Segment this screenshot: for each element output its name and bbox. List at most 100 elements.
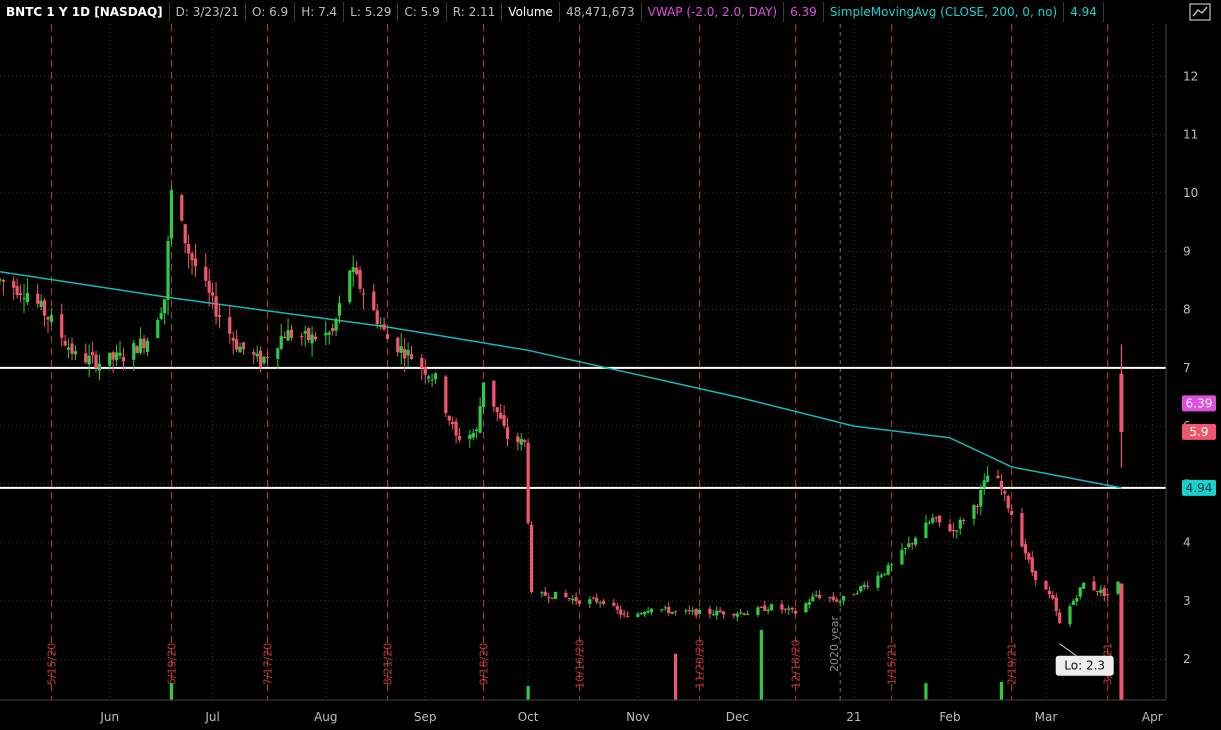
candle-body	[540, 592, 544, 594]
candle-body	[190, 253, 194, 261]
volume-label[interactable]: Volume	[502, 2, 560, 22]
candle-body	[934, 517, 938, 519]
candle-body	[492, 380, 496, 407]
candle-body	[763, 605, 767, 611]
candle-body	[22, 298, 26, 300]
candle-body	[687, 610, 691, 612]
price-chart[interactable]: 5/15/20 6/19/20 7/17/20 8/21/20 9/18/20 10/16…	[0, 24, 1221, 730]
candle-body	[265, 356, 270, 358]
candle-body	[619, 609, 623, 615]
candle-body	[276, 348, 280, 359]
volume-bar	[759, 630, 763, 700]
date-readout: D: 3/23/21	[170, 2, 246, 22]
x-tick-label: 21	[846, 710, 861, 724]
candle-body	[327, 332, 331, 335]
candle-body	[859, 586, 863, 592]
event-label: 7/17/20	[261, 643, 274, 685]
candle-body	[766, 609, 770, 612]
candle-body	[87, 355, 91, 365]
candle-body	[818, 594, 822, 598]
candle-body	[691, 610, 695, 612]
candle-body	[108, 352, 112, 366]
candle-body	[457, 435, 462, 440]
candle-body	[1116, 581, 1120, 594]
year-divider-label: 2020 year	[828, 616, 841, 673]
close-readout: C: 5.9	[398, 2, 447, 22]
x-tick-label: Feb	[939, 710, 960, 724]
candle-body	[876, 575, 880, 588]
candle-body	[1106, 594, 1110, 596]
candle-body	[385, 334, 390, 339]
candle-body	[372, 291, 376, 311]
y-tick-label: 7	[1183, 361, 1191, 375]
candle-body	[807, 602, 811, 605]
candle-body	[1, 279, 6, 282]
candle-body	[286, 330, 290, 341]
candle-body	[601, 600, 606, 604]
candle-body	[811, 596, 815, 602]
candle-body	[986, 475, 990, 483]
candle-body	[1010, 511, 1014, 515]
price-tag-label: 4.94	[1186, 481, 1213, 495]
candle-body	[255, 353, 259, 357]
candle-body	[505, 427, 510, 440]
chart-settings-icon[interactable]	[1189, 3, 1211, 21]
event-label: 10/16/20	[574, 639, 587, 688]
candle-body	[622, 613, 626, 615]
y-tick-label: 8	[1183, 303, 1191, 317]
volume-bar	[999, 681, 1003, 700]
candle-body	[595, 597, 599, 603]
horizontal-lines[interactable]	[0, 366, 1166, 489]
candle-body	[427, 376, 431, 379]
candle-body	[883, 573, 887, 575]
vwap-label[interactable]: VWAP (-2.0, 2.0, DAY)	[642, 2, 785, 22]
y-axis: 23456789101112	[1165, 24, 1198, 700]
candle-body	[169, 190, 174, 239]
candle-body	[142, 338, 146, 349]
candle-body	[615, 606, 619, 610]
candle-body	[502, 415, 506, 426]
candle-body	[598, 602, 602, 604]
candle-body	[1058, 612, 1062, 623]
candle-body	[406, 349, 410, 356]
candle-body	[60, 314, 64, 338]
candle-body	[409, 354, 414, 359]
candle-body	[550, 597, 554, 599]
candle-body	[649, 608, 654, 613]
candle-body	[42, 300, 47, 316]
candle-body	[420, 357, 424, 369]
candle-body	[70, 343, 74, 354]
x-tick-label: Sep	[414, 710, 437, 724]
candle-body	[228, 317, 232, 334]
x-tick-label: Aug	[314, 710, 337, 724]
candle-body	[999, 481, 1003, 490]
candle-body	[495, 407, 499, 413]
candle-body	[625, 616, 630, 618]
y-tick-label: 2	[1183, 652, 1191, 666]
candle-body	[262, 356, 266, 364]
event-label: 2/19/21	[1006, 643, 1019, 685]
candle-body	[855, 593, 859, 595]
candle-body	[1099, 589, 1103, 593]
candle-body	[879, 575, 883, 577]
sma-label[interactable]: SimpleMovingAvg (CLOSE, 200, 0, no)	[824, 2, 1065, 22]
candle-body	[211, 292, 215, 296]
x-axis: Jun Jul Aug Sep Oct Nov Dec 21 Feb Mar Apr	[0, 699, 1166, 724]
candle-body	[454, 421, 458, 436]
candle-body	[111, 352, 115, 360]
candle-body	[252, 352, 256, 355]
candle-body	[577, 600, 582, 604]
candle-body	[790, 607, 794, 610]
candle-body	[475, 429, 479, 431]
range-readout: R: 2.11	[447, 2, 503, 22]
volume-bar	[526, 686, 530, 700]
candle-body	[794, 610, 798, 614]
candle-body	[207, 280, 211, 293]
candle-body	[399, 346, 403, 353]
symbol-label[interactable]: BNTC 1 Y 1D [NASDAQ]	[0, 2, 170, 22]
candle-body	[756, 607, 760, 615]
candle-body	[955, 530, 959, 532]
candle-body	[337, 303, 342, 316]
candle-body	[708, 608, 712, 614]
x-tick-label: Mar	[1035, 710, 1058, 724]
